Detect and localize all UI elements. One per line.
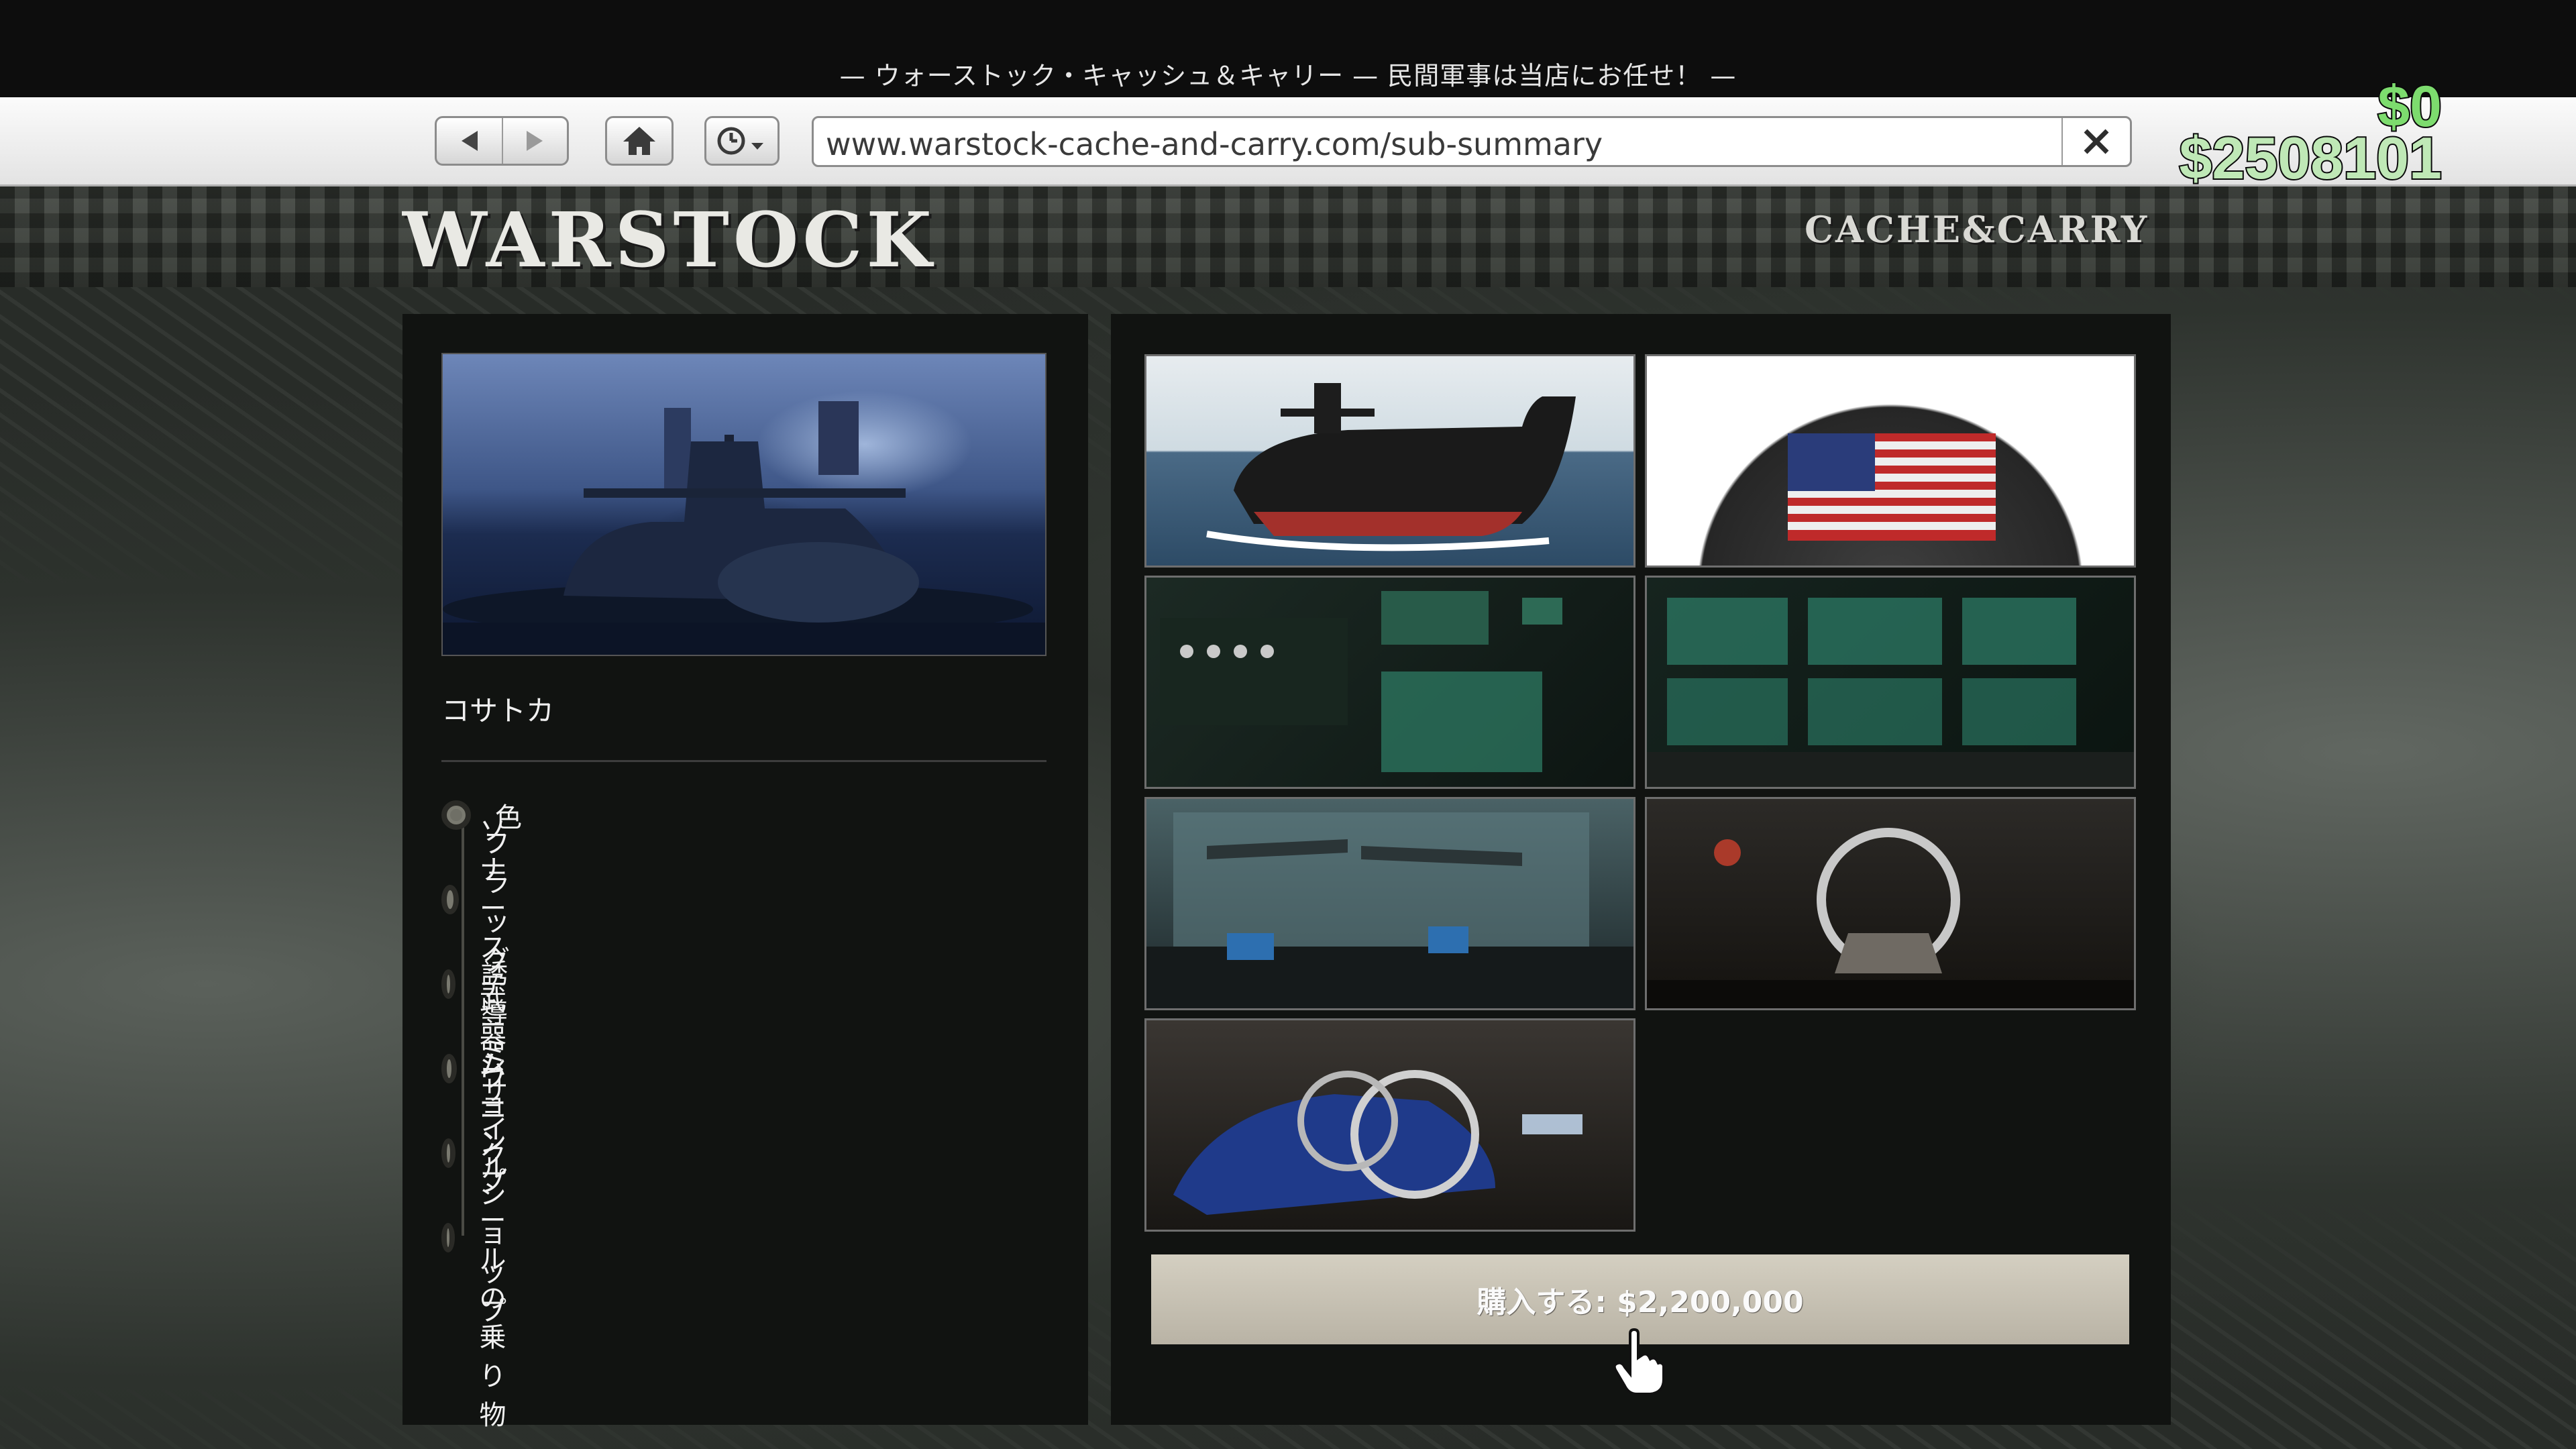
hand-cursor-icon xyxy=(1613,1328,1665,1395)
flag-image xyxy=(1788,433,1996,541)
thumbnail-helicopter-bay[interactable] xyxy=(1645,797,2136,1010)
title-bar: — ウォーストック・キャッシュ＆キャリー — 民間軍事は当店にお任せ！ — xyxy=(0,0,2576,97)
radio-icon xyxy=(441,1223,455,1252)
thumbnail-weapon-workshop[interactable] xyxy=(1144,797,1635,1010)
arrow-right-icon xyxy=(526,131,543,151)
home-icon xyxy=(623,127,655,155)
thumbnail-guided-missile[interactable] xyxy=(1645,576,2136,789)
guided-missile-image xyxy=(1647,598,2134,787)
forward-button[interactable] xyxy=(502,118,567,164)
option-label: ムーンプールの乗り物 xyxy=(479,1050,506,1431)
window-title: — ウォーストック・キャッシュ＆キャリー — 民間軍事は当店にお任せ！ — xyxy=(839,61,1737,91)
history-button[interactable] xyxy=(704,116,780,166)
url-text[interactable]: www.warstock-cache-and-carry.com/sub-sum… xyxy=(826,126,1603,162)
history-clock-icon xyxy=(717,127,763,155)
vehicle-name: コサトカ xyxy=(441,694,555,727)
divider xyxy=(441,760,1046,762)
thumbnail-sonar-station[interactable] xyxy=(1144,576,1635,789)
moonpool-vehicle-image xyxy=(1173,1070,1582,1215)
close-icon xyxy=(2084,129,2109,154)
radio-icon xyxy=(441,885,460,914)
radio-icon xyxy=(441,1054,458,1083)
sonar-station-image xyxy=(1160,591,1562,772)
option-item[interactable]: ムーンプールの乗り物 xyxy=(441,1050,522,1431)
address-bar[interactable]: www.warstock-cache-and-carry.com/sub-sum… xyxy=(812,116,2132,167)
site-tagline: CACHE&CARRY xyxy=(1805,208,2149,251)
bank-amount: $2508101 xyxy=(2178,123,2443,193)
helicopter-bay-image xyxy=(1647,828,2134,1008)
radio-icon xyxy=(441,800,471,830)
site-header: WARSTOCK CACHE&CARRY xyxy=(0,186,2576,287)
nav-buttons xyxy=(435,116,569,166)
site-logo[interactable]: WARSTOCK xyxy=(402,197,936,284)
back-button[interactable] xyxy=(437,118,503,164)
weapon-workshop-image xyxy=(1146,812,1633,1008)
thumbnail-submarine-exterior[interactable] xyxy=(1144,354,1635,568)
home-button[interactable] xyxy=(605,116,674,166)
vehicle-image xyxy=(441,353,1046,656)
close-button[interactable] xyxy=(2061,118,2130,165)
radio-icon xyxy=(441,969,455,999)
radio-icon xyxy=(441,1138,455,1168)
thumbnail-moonpool-vehicle[interactable] xyxy=(1144,1018,1635,1232)
submarine-illustration xyxy=(443,401,1045,655)
arrow-left-icon xyxy=(461,131,478,151)
thumbnail-flag[interactable] xyxy=(1645,354,2136,568)
submarine-exterior-image xyxy=(1206,383,1576,551)
